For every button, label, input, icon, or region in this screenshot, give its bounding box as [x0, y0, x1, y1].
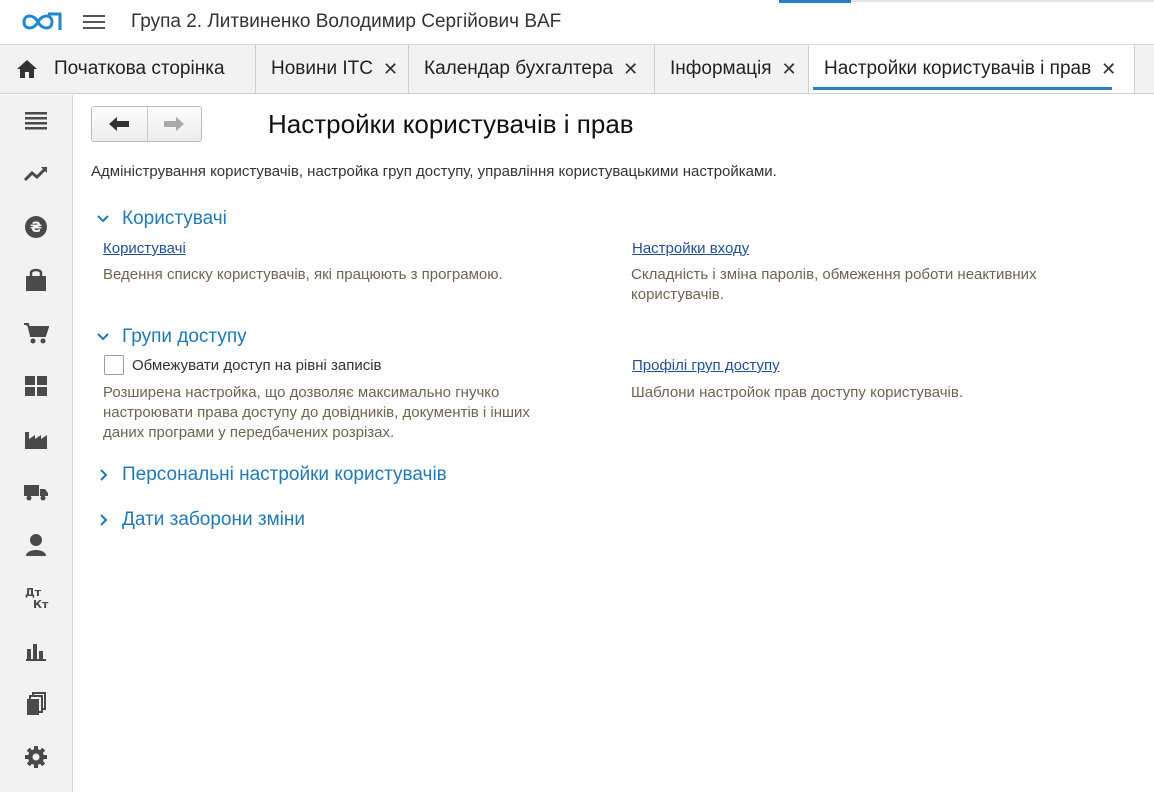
section-users-header[interactable]: Користувачі	[96, 208, 227, 230]
section-prohibition-dates-title: Дати заборони зміни	[122, 509, 305, 530]
restrict-record-level-label: Обмежувати доступ на рівні записів	[132, 356, 382, 374]
tab-user-settings-close-icon[interactable]: ✕	[1101, 60, 1116, 78]
restrict-note-line-2: настроювати права доступу до довідників,…	[103, 404, 530, 421]
chevron-right-icon	[100, 514, 108, 526]
back-button[interactable]	[92, 107, 147, 141]
top-accent-bar	[779, 0, 851, 3]
sidebar: ₴ Дт Кт	[0, 95, 73, 792]
sidebar-item-sales[interactable]	[22, 266, 50, 294]
tab-news-close-icon[interactable]: ✕	[383, 60, 398, 78]
tab-news[interactable]: Новини ІТС ✕	[256, 45, 409, 93]
currency-icon: ₴	[25, 216, 47, 238]
tab-user-settings[interactable]: Настройки користувачів і прав ✕	[809, 45, 1135, 93]
forward-button[interactable]	[146, 107, 202, 141]
sidebar-item-administration[interactable]	[22, 743, 50, 771]
credit-label: Кт	[33, 598, 49, 611]
sidebar-item-menu[interactable]	[22, 107, 50, 135]
gear-icon	[25, 746, 47, 768]
person-icon	[26, 534, 46, 556]
cart-icon	[24, 323, 49, 344]
sidebar-item-documents[interactable]	[22, 690, 50, 718]
access-group-profiles-link[interactable]: Профілі груп доступу	[632, 357, 780, 374]
top-bar: Група 2. Литвиненко Володимир Сергійович…	[0, 0, 1154, 45]
tab-home[interactable]: Початкова сторінка	[0, 45, 256, 93]
arrow-left-icon	[109, 117, 130, 131]
section-prohibition-dates-header[interactable]: Дати заборони зміни	[96, 509, 305, 531]
chevron-down-icon	[97, 333, 109, 341]
access-group-profiles-note: Шаблони настройок прав доступу користува…	[631, 384, 964, 401]
app-logo-icon[interactable]	[20, 9, 64, 35]
section-personal-settings-title: Персональні настройки користувачів	[122, 464, 447, 485]
tab-news-label: Новини ІТС	[271, 58, 373, 79]
sidebar-item-delivery[interactable]	[22, 478, 50, 506]
tab-info-close-icon[interactable]: ✕	[782, 60, 797, 78]
section-access-groups-header[interactable]: Групи доступу	[96, 326, 247, 348]
restrict-note-line-1: Розширена настройка, що дозволяє максима…	[103, 384, 500, 401]
sidebar-item-warehouse[interactable]	[22, 372, 50, 400]
home-icon	[17, 60, 37, 78]
tab-info[interactable]: Інформація ✕	[655, 45, 809, 93]
chevron-right-icon	[100, 469, 108, 481]
chevron-down-icon	[97, 215, 109, 223]
section-personal-settings-header[interactable]: Персональні настройки користувачів	[96, 464, 447, 486]
arrow-right-icon	[164, 117, 185, 131]
warehouse-grid-icon	[25, 376, 47, 396]
sidebar-item-trend[interactable]	[22, 160, 50, 188]
sidebar-item-accounting[interactable]: Дт Кт	[22, 584, 50, 612]
tab-info-label: Інформація	[670, 58, 772, 79]
login-settings-link[interactable]: Настройки входу	[632, 240, 749, 257]
tab-calendar-close-icon[interactable]: ✕	[623, 60, 638, 78]
menu-list-icon	[25, 112, 47, 130]
sidebar-item-purchases[interactable]	[22, 319, 50, 347]
page-title: Настройки користувачів і прав	[268, 109, 634, 139]
main-menu-button[interactable]	[83, 12, 105, 32]
page-description: Адміністрування користувачів, настройка …	[91, 163, 777, 180]
login-settings-note-line-1: Складність і зміна паролів, обмеження ро…	[631, 266, 1037, 283]
debit-credit-icon: Дт Кт	[25, 586, 49, 611]
tab-calendar-label: Календар бухгалтера	[424, 58, 614, 79]
users-note: Ведення списку користувачів, які працюют…	[103, 266, 503, 283]
documents-icon	[27, 692, 46, 715]
restrict-record-level-checkbox[interactable]	[104, 355, 124, 375]
tab-home-label: Початкова сторінка	[54, 58, 225, 79]
svg-text:₴: ₴	[30, 220, 42, 236]
restrict-note-line-3: даних програми у передбачених розрізах.	[103, 424, 395, 441]
login-settings-note-line-2: користувачів.	[631, 286, 724, 303]
restrict-record-level-checkbox-row[interactable]: Обмежувати доступ на рівні записів	[104, 355, 382, 375]
tab-calendar[interactable]: Календар бухгалтера ✕	[409, 45, 655, 93]
section-access-groups-title: Групи доступу	[122, 326, 247, 347]
users-link[interactable]: Користувачі	[103, 240, 186, 257]
sidebar-item-reports[interactable]	[22, 637, 50, 665]
bar-chart-icon	[26, 644, 46, 661]
sidebar-item-currency[interactable]: ₴	[22, 213, 50, 241]
tab-bar: Початкова сторінка Новини ІТС ✕ Календар…	[0, 45, 1154, 94]
trend-chart-icon	[24, 166, 48, 182]
sidebar-item-production[interactable]	[22, 425, 50, 453]
tab-user-settings-label: Настройки користувачів і прав	[824, 58, 1092, 79]
section-users-title: Користувачі	[122, 208, 227, 229]
navigation-buttons	[91, 106, 202, 142]
main-content: Настройки користувачів і прав Адміністру…	[74, 95, 1154, 792]
app-title: Група 2. Литвиненко Володимир Сергійович…	[131, 11, 562, 32]
factory-icon	[25, 432, 47, 449]
shopping-bag-icon	[26, 268, 46, 291]
top-accent-track	[851, 0, 1154, 2]
sidebar-item-staff[interactable]	[22, 531, 50, 559]
truck-icon	[24, 485, 48, 501]
